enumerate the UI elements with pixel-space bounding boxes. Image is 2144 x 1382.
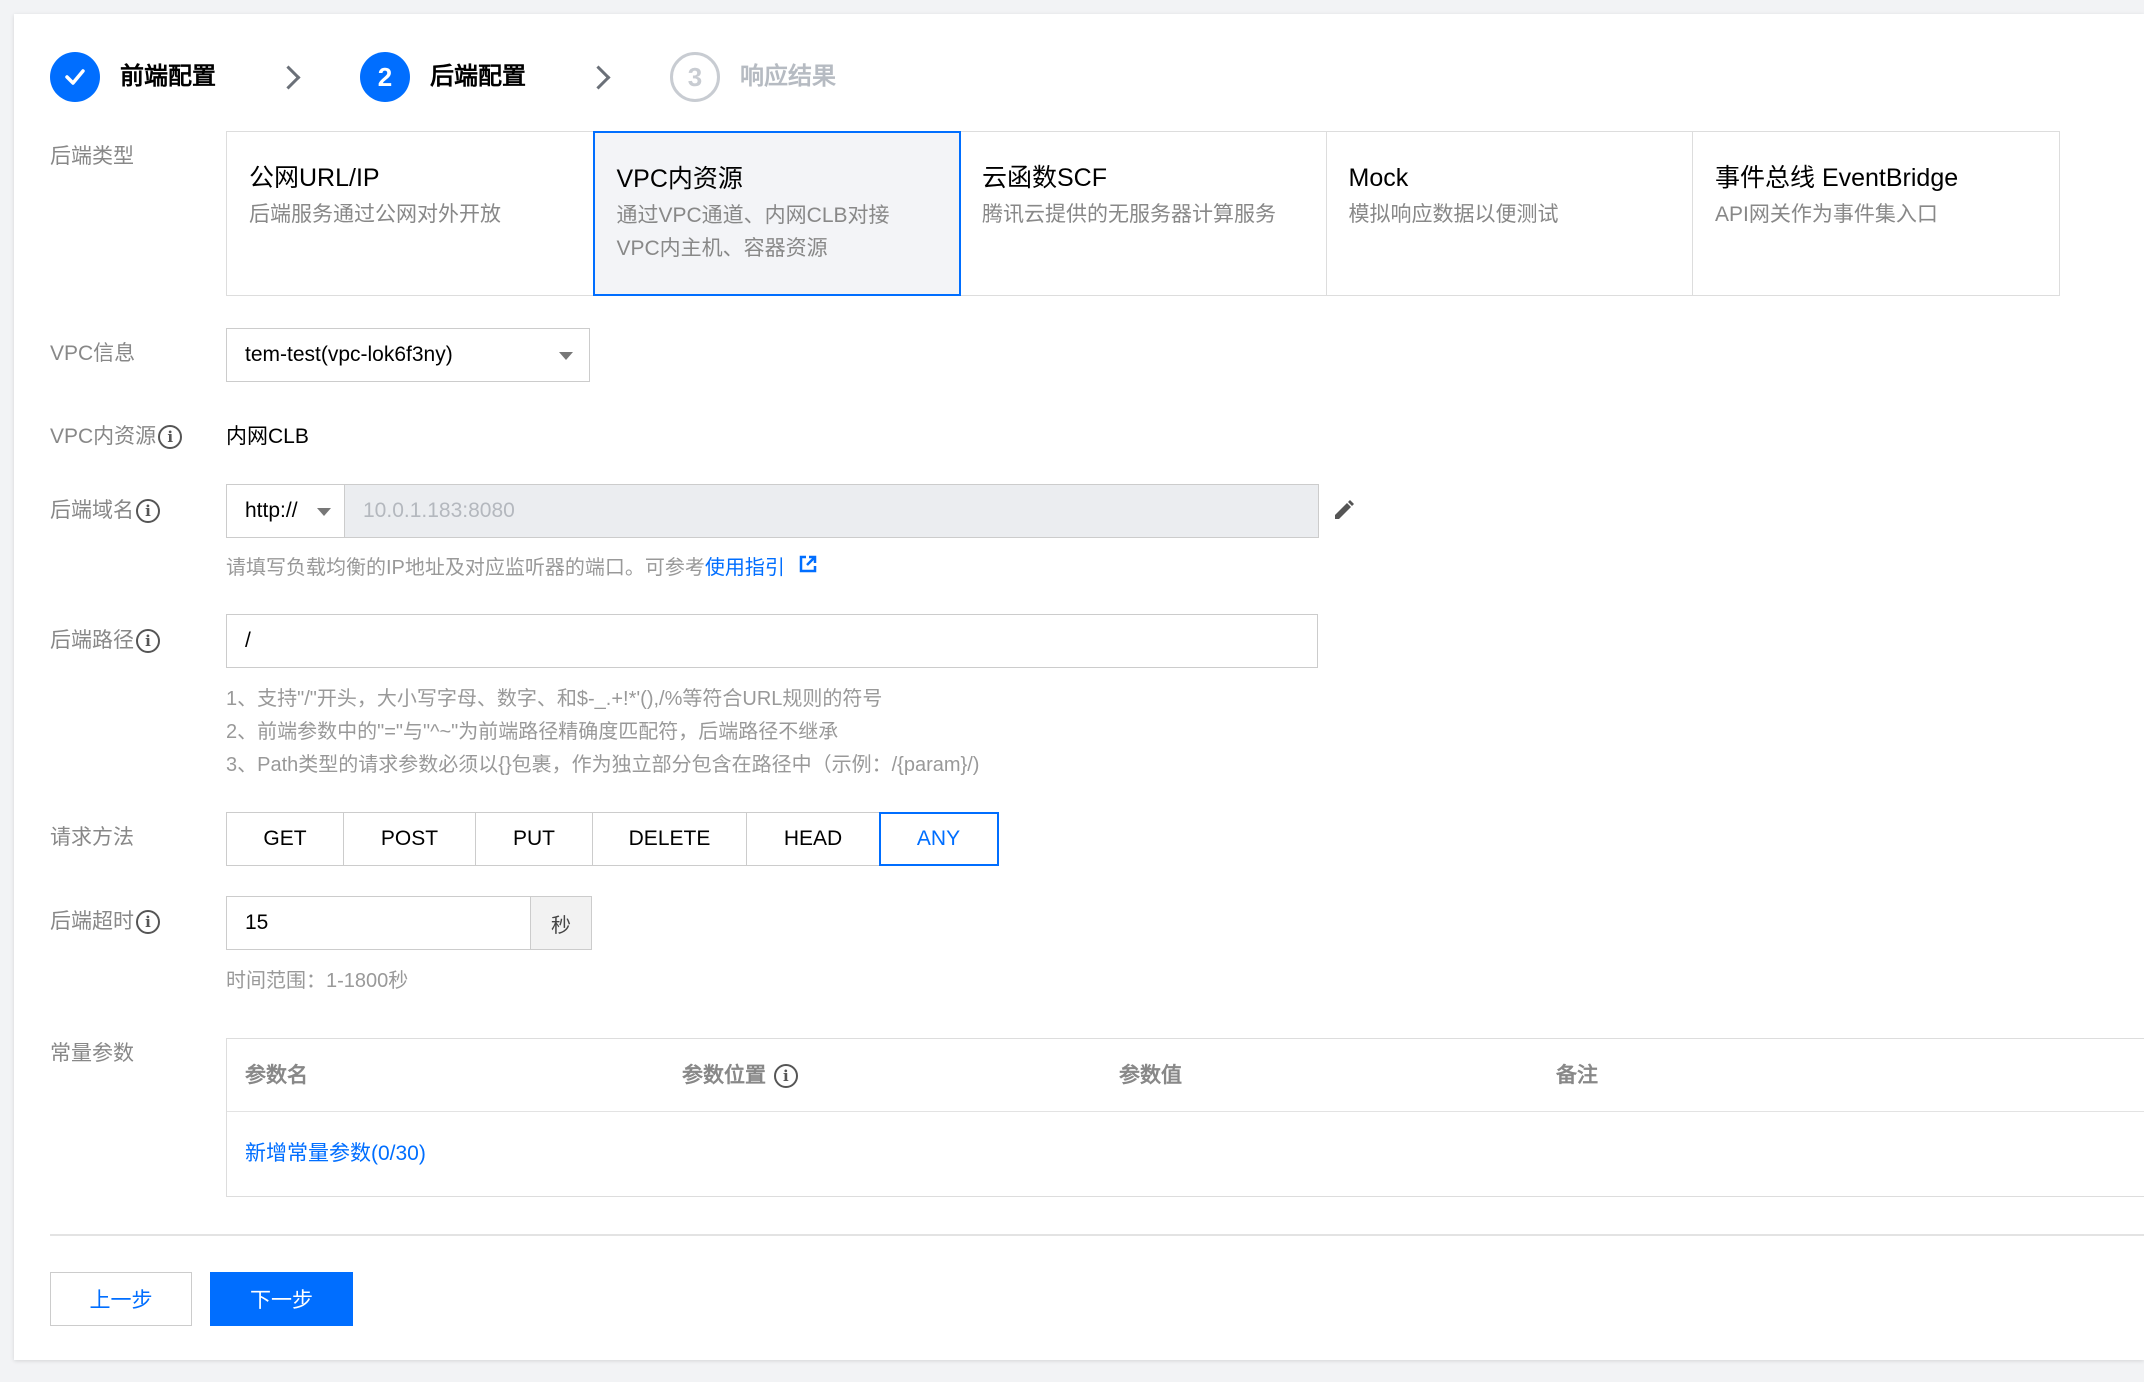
info-icon[interactable]: i <box>136 499 160 524</box>
type-desc: 后端服务通过公网对外开放 <box>249 203 501 226</box>
backend-type-vpc[interactable]: VPC内资源 通过VPC通道、内网CLB对接 VPC内主机、容器资源 <box>592 131 961 296</box>
column-header-position: 参数位置 i <box>682 1061 798 1091</box>
info-icon[interactable]: i <box>773 1064 798 1089</box>
method-head-button[interactable]: HEAD <box>746 812 880 866</box>
column-header-value: 参数值 <box>1119 1064 1182 1087</box>
method-any-button[interactable]: ANY <box>878 812 999 866</box>
vpc-resource-value: 内网CLB <box>226 425 309 448</box>
backend-type-eventbridge[interactable]: 事件总线 EventBridge API网关作为事件集入口 <box>1692 131 2060 296</box>
info-icon[interactable]: i <box>136 910 160 935</box>
backend-domain-help-text: 请填写负载均衡的IP地址及对应监听器的端口。可参考 <box>226 557 705 579</box>
backend-type-mock[interactable]: Mock 模拟响应数据以便测试 <box>1325 131 1694 296</box>
timeout-unit-addon: 秒 <box>530 896 592 950</box>
backend-timeout-input[interactable]: 15 <box>226 896 532 950</box>
type-title: Mock <box>1348 164 1409 192</box>
divider <box>50 1234 2144 1236</box>
type-title: VPC内资源 <box>616 165 743 193</box>
backend-domain-input: 10.0.1.183:8080 <box>344 484 1319 538</box>
info-icon[interactable]: i <box>136 629 160 654</box>
vpc-resource-label: VPC内资源 i <box>50 423 183 451</box>
backend-type-public-url[interactable]: 公网URL/IP 后端服务通过公网对外开放 <box>226 131 594 296</box>
backend-path-help-2: 2、前端参数中的"="与"^~"为前端路径精确度匹配符，后端路径不继承 <box>226 721 839 743</box>
type-desc: API网关作为事件集入口 <box>1715 203 1938 226</box>
request-method-group: GET POST PUT DELETE HEAD ANY <box>226 812 999 866</box>
backend-domain-label-text: 后端域名 <box>50 499 134 522</box>
external-link-icon[interactable] <box>798 552 818 585</box>
type-title: 事件总线 EventBridge <box>1715 164 1959 192</box>
prev-step-button[interactable]: 上一步 <box>50 1272 192 1326</box>
type-title: 公网URL/IP <box>249 164 380 192</box>
protocol-select[interactable]: http:// <box>226 484 346 538</box>
constant-params-label: 常量参数 <box>50 1042 134 1065</box>
step-1-label: 前端配置 <box>120 63 216 90</box>
column-header-position-text: 参数位置 <box>682 1064 766 1087</box>
backend-timeout-label: 后端超时 i <box>50 908 160 936</box>
backend-path-help-3: 3、Path类型的请求参数必须以{}包裹，作为独立部分包含在路径中（示例：/{p… <box>226 754 980 776</box>
type-title: 云函数SCF <box>982 164 1108 192</box>
method-put-button[interactable]: PUT <box>475 812 593 866</box>
type-desc-line: VPC内主机、容器资源 <box>616 237 828 260</box>
add-constant-param-link[interactable]: 新增常量参数(0/30) <box>245 1139 426 1169</box>
type-desc: 通过VPC通道、内网CLB对接 VPC内主机、容器资源 <box>617 199 937 265</box>
step-done-check-icon <box>50 52 100 102</box>
vpc-resource-label-text: VPC内资源 <box>50 425 157 448</box>
backend-type-scf[interactable]: 云函数SCF 腾讯云提供的无服务器计算服务 <box>959 131 1327 296</box>
backend-path-input[interactable]: / <box>226 614 1318 668</box>
constant-params-table: 参数名 参数位置 i 参数值 备注 新增常量参数(0/30) <box>226 1038 2144 1197</box>
backend-timeout-label-text: 后端超时 <box>50 910 134 933</box>
backend-type-label: 后端类型 <box>50 145 134 168</box>
protocol-value: http:// <box>245 499 298 522</box>
backend-domain-label: 后端域名 i <box>50 497 160 525</box>
column-header-remark: 备注 <box>1556 1064 1598 1087</box>
backend-type-options: 公网URL/IP 后端服务通过公网对外开放 VPC内资源 通过VPC通道、内网C… <box>226 131 2066 296</box>
vpc-select-value: tem-test(vpc-lok6f3ny) <box>245 343 453 366</box>
column-header-name: 参数名 <box>245 1064 308 1087</box>
usage-guide-link[interactable]: 使用指引 <box>705 557 785 579</box>
method-delete-button[interactable]: DELETE <box>591 812 748 866</box>
next-step-button[interactable]: 下一步 <box>210 1272 353 1326</box>
method-get-button[interactable]: GET <box>226 812 344 866</box>
type-desc-line: 通过VPC通道、内网CLB对接 <box>616 204 890 227</box>
caret-down-icon <box>317 508 331 516</box>
request-method-label: 请求方法 <box>50 826 134 849</box>
pencil-icon[interactable] <box>1332 498 1356 527</box>
table-header-row: 参数名 参数位置 i 参数值 备注 <box>227 1039 2144 1112</box>
vpc-select[interactable]: tem-test(vpc-lok6f3ny) <box>226 328 590 382</box>
step-2-label: 后端配置 <box>430 63 526 90</box>
backend-timeout-help: 时间范围：1-1800秒 <box>226 970 409 992</box>
backend-domain-help: 请填写负载均衡的IP地址及对应监听器的端口。可参考使用指引 <box>226 552 818 585</box>
backend-path-help-1: 1、支持"/"开头，大小写字母、数字、和$-_.+!*'(),/%等符合URL规… <box>226 688 883 710</box>
backend-path-label-text: 后端路径 <box>50 629 134 652</box>
backend-path-label: 后端路径 i <box>50 627 160 655</box>
type-desc: 模拟响应数据以便测试 <box>1348 203 1559 226</box>
step-3-number: 3 <box>670 52 720 102</box>
caret-down-icon <box>559 352 573 360</box>
step-3-label: 响应结果 <box>740 63 836 90</box>
type-desc: 腾讯云提供的无服务器计算服务 <box>982 203 1276 226</box>
info-icon[interactable]: i <box>158 425 183 450</box>
method-post-button[interactable]: POST <box>342 812 477 866</box>
step-2-number: 2 <box>360 52 410 102</box>
vpc-info-label: VPC信息 <box>50 342 136 365</box>
